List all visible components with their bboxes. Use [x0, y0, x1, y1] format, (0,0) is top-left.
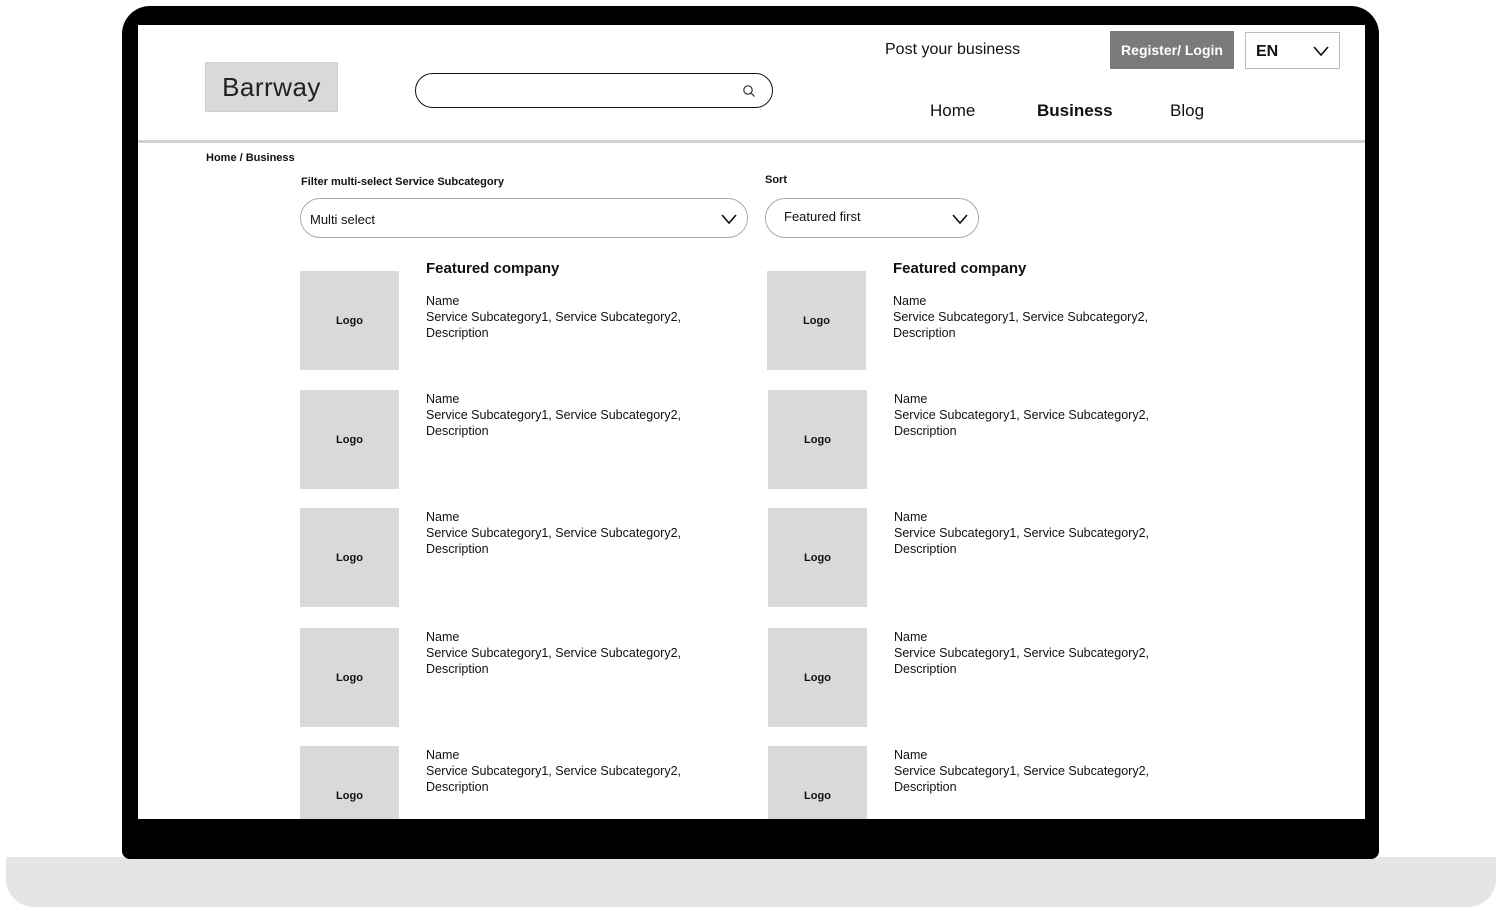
company-name[interactable]: Name	[894, 629, 1149, 645]
company-subcategories: Service Subcategory1, Service Subcategor…	[426, 526, 681, 540]
card-text: Name Service Subcategory1, Service Subca…	[894, 391, 1149, 439]
search-input[interactable]	[430, 81, 730, 101]
card-text: Name Service Subcategory1, Service Subca…	[894, 509, 1149, 557]
company-logo[interactable]: Logo	[767, 271, 866, 370]
company-card[interactable]: Logo Name Service Subcategory1, Service …	[300, 508, 740, 608]
company-card[interactable]: Logo Name Service Subcategory1, Service …	[300, 628, 740, 728]
company-description: Description	[426, 780, 489, 794]
card-text: Name Service Subcategory1, Service Subca…	[426, 509, 681, 557]
company-card[interactable]: Logo Name Service Subcategory1, Service …	[300, 390, 740, 490]
company-subcategories: Service Subcategory1, Service Subcategor…	[426, 310, 681, 324]
card-text: Name Service Subcategory1, Service Subca…	[426, 747, 681, 795]
company-name[interactable]: Name	[426, 629, 681, 645]
browser-screen: Barrway Post your business Register/ Log…	[138, 25, 1365, 819]
company-name[interactable]: Name	[426, 391, 681, 407]
filter-label: Filter multi-select Service Subcategory	[301, 176, 504, 188]
filter-value: Multi select	[310, 212, 376, 227]
card-text: Name Service Subcategory1, Service Subca…	[894, 629, 1149, 677]
sort-label: Sort	[765, 174, 787, 186]
search-bar[interactable]	[415, 73, 773, 108]
company-subcategories: Service Subcategory1, Service Subcategor…	[894, 408, 1149, 422]
sort-value: Featured first	[784, 209, 861, 224]
featured-company-heading: Featured company	[426, 260, 560, 277]
company-card[interactable]: Featured company Name Service Subcategor…	[300, 260, 740, 370]
company-subcategories: Service Subcategory1, Service Subcategor…	[894, 526, 1149, 540]
company-logo[interactable]: Logo	[300, 628, 399, 727]
sort-select[interactable]: Featured first	[765, 198, 979, 238]
company-logo[interactable]: Logo	[768, 746, 867, 819]
search-icon[interactable]	[742, 84, 756, 98]
company-card[interactable]: Logo Name Service Subcategory1, Service …	[300, 746, 740, 819]
post-business-link[interactable]: Post your business	[885, 41, 1020, 59]
company-description: Description	[426, 424, 489, 438]
card-text: Featured company Name Service Subcategor…	[893, 260, 1148, 341]
company-description: Description	[894, 780, 957, 794]
company-name[interactable]: Name	[894, 747, 1149, 763]
company-subcategories: Service Subcategory1, Service Subcategor…	[426, 646, 681, 660]
company-name[interactable]: Name	[426, 509, 681, 525]
company-description: Description	[426, 326, 489, 340]
card-text: Name Service Subcategory1, Service Subca…	[426, 391, 681, 439]
card-text: Featured company Name Service Subcategor…	[426, 260, 681, 341]
company-subcategories: Service Subcategory1, Service Subcategor…	[894, 764, 1149, 778]
company-logo[interactable]: Logo	[300, 746, 399, 819]
nav-blog[interactable]: Blog	[1170, 101, 1204, 121]
card-text: Name Service Subcategory1, Service Subca…	[894, 747, 1149, 795]
company-subcategories: Service Subcategory1, Service Subcategor…	[893, 310, 1148, 324]
company-card[interactable]: Logo Name Service Subcategory1, Service …	[768, 746, 1208, 819]
company-subcategories: Service Subcategory1, Service Subcategor…	[894, 646, 1149, 660]
language-value: EN	[1256, 43, 1279, 60]
company-description: Description	[893, 326, 956, 340]
company-name[interactable]: Name	[426, 747, 681, 763]
filter-multiselect[interactable]: Multi select	[300, 198, 748, 238]
company-name[interactable]: Name	[893, 293, 1148, 309]
company-card[interactable]: Logo Name Service Subcategory1, Service …	[768, 508, 1208, 608]
company-card[interactable]: Logo Name Service Subcategory1, Service …	[768, 628, 1208, 728]
chevron-down-icon	[721, 214, 737, 225]
company-subcategories: Service Subcategory1, Service Subcategor…	[426, 408, 681, 422]
company-name[interactable]: Name	[894, 391, 1149, 407]
chevron-down-icon	[952, 214, 968, 225]
nav-business[interactable]: Business	[1037, 101, 1113, 121]
company-description: Description	[894, 542, 957, 556]
company-card[interactable]: Logo Name Service Subcategory1, Service …	[768, 390, 1208, 490]
company-logo[interactable]: Logo	[768, 508, 867, 607]
company-description: Description	[894, 662, 957, 676]
company-description: Description	[894, 424, 957, 438]
company-name[interactable]: Name	[426, 293, 681, 309]
company-subcategories: Service Subcategory1, Service Subcategor…	[426, 764, 681, 778]
company-logo[interactable]: Logo	[768, 390, 867, 489]
language-select[interactable]: EN	[1245, 32, 1340, 69]
company-logo[interactable]: Logo	[300, 271, 399, 370]
company-description: Description	[426, 662, 489, 676]
brand-logo[interactable]: Barrway	[205, 62, 338, 112]
company-card[interactable]: Featured company Name Service Subcategor…	[767, 260, 1207, 370]
company-logo[interactable]: Logo	[768, 628, 867, 727]
company-logo[interactable]: Logo	[300, 390, 399, 489]
nav-home[interactable]: Home	[930, 101, 975, 121]
chevron-down-icon	[1313, 46, 1329, 57]
company-description: Description	[426, 542, 489, 556]
laptop-base	[6, 857, 1496, 907]
site-header: Barrway Post your business Register/ Log…	[138, 25, 1365, 143]
card-text: Name Service Subcategory1, Service Subca…	[426, 629, 681, 677]
company-name[interactable]: Name	[894, 509, 1149, 525]
register-login-button[interactable]: Register/ Login	[1110, 31, 1234, 69]
breadcrumb[interactable]: Home / Business	[206, 152, 295, 164]
company-logo[interactable]: Logo	[300, 508, 399, 607]
featured-company-heading: Featured company	[893, 260, 1027, 277]
